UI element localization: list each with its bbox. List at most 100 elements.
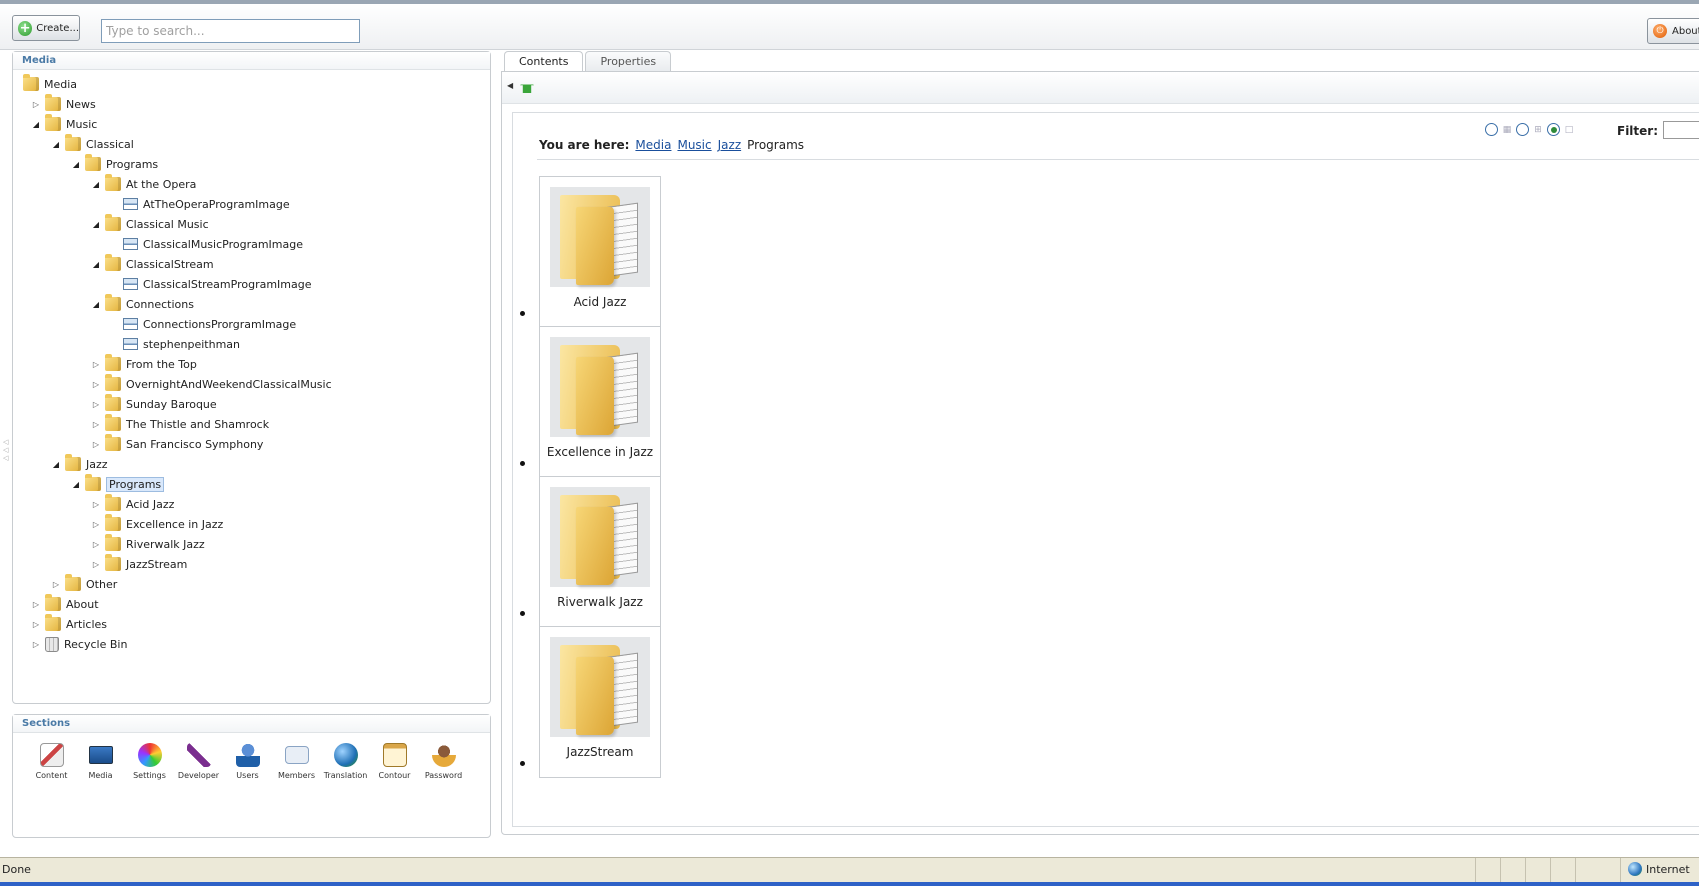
tree-node[interactable]: ▷ OvernightAndWeekendClassicalMusic <box>90 374 332 394</box>
tab-properties[interactable]: Properties <box>585 51 672 72</box>
thumbnail-item[interactable]: JazzStream <box>539 626 661 778</box>
collapse-arrow-icon[interactable]: ◢ <box>90 258 102 270</box>
tree-node[interactable]: ▷ San Francisco Symphony <box>90 434 263 454</box>
tree-node[interactable]: ClassicalMusicProgramImage <box>123 234 303 254</box>
collapse-arrow-icon[interactable]: ◢ <box>50 458 62 470</box>
tree-node-label[interactable]: Other <box>86 578 117 591</box>
section-password[interactable]: Password <box>419 743 468 780</box>
tree-node[interactable]: ▷ About <box>30 594 99 614</box>
expand-arrow-icon[interactable]: ▷ <box>30 598 42 610</box>
tree-node-label[interactable]: At the Opera <box>126 178 196 191</box>
tree-node[interactable]: Media <box>23 74 77 94</box>
tree-node-label[interactable]: Jazz <box>86 458 108 471</box>
view-radio-grid[interactable] <box>1516 123 1529 136</box>
collapse-arrow-icon[interactable]: ◢ <box>50 138 62 150</box>
tree-node[interactable]: ▷ News <box>30 94 96 114</box>
collapse-arrow-icon[interactable]: ◢ <box>70 478 82 490</box>
tree-node[interactable]: ◢ Programs <box>70 474 165 494</box>
tree-node-label[interactable]: Music <box>66 118 97 131</box>
expand-arrow-icon[interactable]: ▷ <box>90 438 102 450</box>
expand-arrow-icon[interactable]: ▷ <box>90 558 102 570</box>
tree-node[interactable]: ◢ Classical <box>50 134 134 154</box>
section-users[interactable]: Users <box>223 743 272 780</box>
tree-node-label[interactable]: Riverwalk Jazz <box>126 538 205 551</box>
section-developer[interactable]: Developer <box>174 743 223 780</box>
section-translation[interactable]: Translation <box>321 743 370 780</box>
tree-node[interactable]: ◢ Programs <box>70 154 158 174</box>
tree-node-label[interactable]: ClassicalStreamProgramImage <box>143 278 312 291</box>
tree-node[interactable]: ▷ Other <box>50 574 117 594</box>
tree-node[interactable]: ◢ Jazz <box>50 454 108 474</box>
tree-node-label[interactable]: Connections <box>126 298 194 311</box>
tree-node-label[interactable]: About <box>66 598 99 611</box>
tree-node-label[interactable]: Excellence in Jazz <box>126 518 223 531</box>
tree-node-label[interactable]: stephenpeithman <box>143 338 240 351</box>
view-radio-list[interactable] <box>1485 123 1498 136</box>
go-up-icon[interactable] <box>520 79 534 93</box>
section-members[interactable]: Members <box>272 743 321 780</box>
view-radio-thumbnails[interactable] <box>1547 123 1560 136</box>
collapse-arrow-icon[interactable]: ◢ <box>90 298 102 310</box>
expand-arrow-icon[interactable]: ▷ <box>30 618 42 630</box>
tree-node-label[interactable]: Programs <box>106 158 158 171</box>
expand-arrow-icon[interactable]: ▷ <box>30 638 42 650</box>
collapse-arrow-icon[interactable]: ◢ <box>70 158 82 170</box>
tree-node[interactable]: stephenpeithman <box>123 334 240 354</box>
breadcrumb-link-jazz[interactable]: Jazz <box>718 138 742 152</box>
tree-node-label[interactable]: AtTheOperaProgramImage <box>143 198 290 211</box>
tree-node[interactable]: ▷ Riverwalk Jazz <box>90 534 205 554</box>
tree-node[interactable]: ▷ JazzStream <box>90 554 187 574</box>
expand-arrow-icon[interactable]: ▷ <box>90 398 102 410</box>
tree-node[interactable]: ▷ Articles <box>30 614 107 634</box>
tree-node-label[interactable]: JazzStream <box>126 558 187 571</box>
tree-node-label[interactable]: From the Top <box>126 358 197 371</box>
filter-input[interactable] <box>1663 121 1699 139</box>
tree-node-label[interactable]: OvernightAndWeekendClassicalMusic <box>126 378 332 391</box>
tree-node-label[interactable]: Media <box>44 78 77 91</box>
expand-arrow-icon[interactable]: ▷ <box>90 358 102 370</box>
expand-arrow-icon[interactable]: ▷ <box>90 378 102 390</box>
expand-arrow-icon[interactable]: ▷ <box>90 418 102 430</box>
expand-arrow-icon[interactable]: ▷ <box>90 538 102 550</box>
collapse-arrow-icon[interactable]: ◢ <box>90 218 102 230</box>
back-arrow-icon[interactable]: ◀ <box>507 81 513 90</box>
tree-node-label[interactable]: Classical <box>86 138 134 151</box>
expand-arrow-icon[interactable]: ▷ <box>90 518 102 530</box>
thumbnail-item[interactable]: Excellence in Jazz <box>539 326 661 478</box>
tree-node[interactable]: ClassicalStreamProgramImage <box>123 274 312 294</box>
tree-node-label[interactable]: Classical Music <box>126 218 209 231</box>
thumbnail-item[interactable]: Acid Jazz <box>539 176 661 328</box>
tree-node[interactable]: ▷ Excellence in Jazz <box>90 514 223 534</box>
tree-node-label[interactable]: News <box>66 98 96 111</box>
tree-node[interactable]: AtTheOperaProgramImage <box>123 194 290 214</box>
tree-node[interactable]: ▷ Sunday Baroque <box>90 394 217 414</box>
expand-arrow-icon[interactable]: ▷ <box>50 578 62 590</box>
expand-arrow-icon[interactable]: ▷ <box>30 98 42 110</box>
tree-node[interactable]: ▷ The Thistle and Shamrock <box>90 414 269 434</box>
tree-node[interactable]: ◢ ClassicalStream <box>90 254 214 274</box>
search-input[interactable] <box>101 19 360 43</box>
tree-node[interactable]: ◢ Connections <box>90 294 194 314</box>
panel-resize-grip[interactable]: ◁ ◁ ◁ <box>3 438 9 468</box>
section-media[interactable]: Media <box>76 743 125 780</box>
tree-node[interactable]: ▷ Acid Jazz <box>90 494 174 514</box>
tree-node[interactable]: ▷ From the Top <box>90 354 197 374</box>
tree-node[interactable]: ◢ Classical Music <box>90 214 209 234</box>
expand-arrow-icon[interactable]: ▷ <box>90 498 102 510</box>
breadcrumb-link-media[interactable]: Media <box>635 138 671 152</box>
tree-node[interactable]: ConnectionsProrgramImage <box>123 314 296 334</box>
tree-node-label[interactable]: ConnectionsProrgramImage <box>143 318 296 331</box>
section-settings[interactable]: Settings <box>125 743 174 780</box>
tree-node-label[interactable]: Articles <box>66 618 107 631</box>
tree-node[interactable]: ▷ Recycle Bin <box>30 634 127 654</box>
security-zone[interactable]: Internet <box>1628 862 1690 876</box>
collapse-arrow-icon[interactable]: ◢ <box>90 178 102 190</box>
about-button[interactable]: ⏻ About <box>1647 18 1699 44</box>
tree-node-label-selected[interactable]: Programs <box>106 476 165 492</box>
section-content[interactable]: Content <box>27 743 76 780</box>
create-button[interactable]: + Create... <box>12 15 80 41</box>
tree-node-label[interactable]: The Thistle and Shamrock <box>126 418 269 431</box>
tree-node-label[interactable]: ClassicalStream <box>126 258 214 271</box>
tree-node-label[interactable]: ClassicalMusicProgramImage <box>143 238 303 251</box>
collapse-arrow-icon[interactable]: ◢ <box>30 118 42 130</box>
